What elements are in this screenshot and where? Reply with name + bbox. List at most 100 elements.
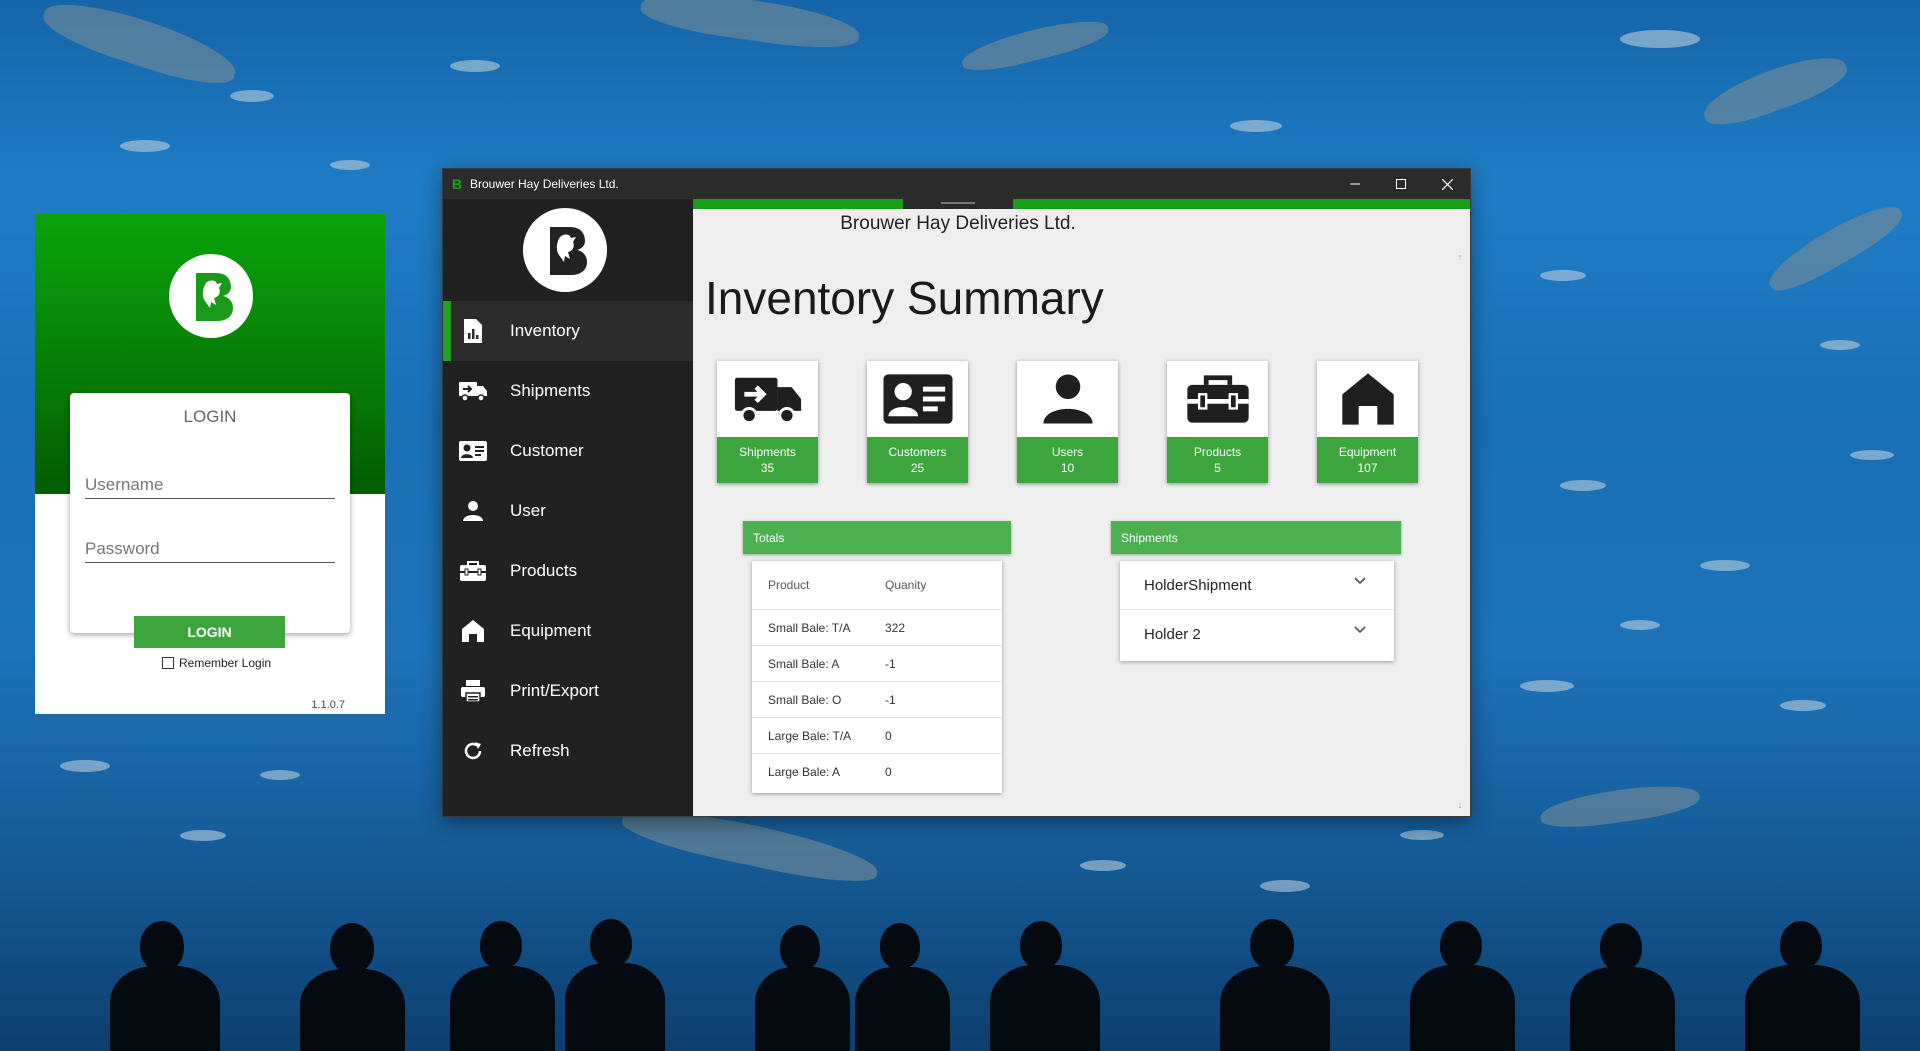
table-row: Small Bale: A -1	[752, 646, 1002, 682]
shipments-list: HolderShipment Holder 2	[1120, 561, 1394, 661]
totals-heading: Totals	[743, 521, 1011, 554]
sidebar-item-print-export[interactable]: Print/Export	[443, 661, 693, 721]
scroll-up-arrow-icon[interactable]: ↑	[1454, 251, 1466, 263]
tile-footer: Customers 25	[867, 437, 968, 483]
table-row: Large Bale: A 0	[752, 754, 1002, 790]
company-name: Brouwer Hay Deliveries Ltd.	[840, 213, 1076, 234]
sidebar-item-label: Equipment	[510, 621, 592, 640]
column-header: Quanity	[885, 578, 927, 592]
tile-count: 5	[1214, 461, 1221, 475]
login-card: LOGIN	[70, 393, 350, 633]
table-cell: 322	[885, 620, 906, 635]
table-cell: Small Bale: T/A	[768, 620, 851, 635]
tile-products[interactable]: Products 5	[1167, 361, 1268, 483]
toolbox-icon	[458, 556, 488, 586]
maximize-button[interactable]	[1378, 169, 1424, 199]
main-window: B Brouwer Hay Deliveries Ltd. Inventory …	[443, 169, 1470, 816]
printer-icon	[458, 676, 488, 706]
tile-footer: Shipments 35	[717, 437, 818, 483]
house-icon	[458, 616, 488, 646]
sidebar-item-label: Refresh	[510, 741, 570, 760]
table-cell: 0	[885, 765, 892, 779]
truck-arrow-icon	[717, 361, 818, 437]
tile-footer: Products 5	[1167, 437, 1268, 483]
table-row: Large Bale: T/A 0	[752, 718, 1002, 754]
chevron-down-icon[interactable]	[1354, 577, 1366, 585]
version-label: 1.1.0.7	[311, 699, 345, 711]
tile-customers[interactable]: Customers 25	[867, 361, 968, 483]
table-header-row: Product Quanity	[752, 561, 1002, 610]
table-cell: Large Bale: A	[768, 765, 841, 779]
sidebar-item-equipment[interactable]: Equipment	[443, 601, 693, 661]
tile-equipment[interactable]: Equipment 107	[1317, 361, 1418, 483]
close-button[interactable]	[1424, 169, 1470, 199]
table-cell: -1	[885, 656, 896, 671]
scroll-down-arrow-icon[interactable]: ↓	[1454, 799, 1466, 811]
main-content: Brouwer Hay Deliveries Ltd. ↑ ↓ Inventor…	[693, 199, 1470, 816]
list-item[interactable]: Holder 2	[1120, 610, 1394, 659]
person-icon	[1017, 361, 1118, 437]
login-button[interactable]: LOGIN	[134, 616, 285, 648]
table-cell: -1	[885, 692, 896, 707]
tile-footer: Users 10	[1017, 437, 1118, 483]
close-icon	[1441, 178, 1453, 190]
tile-users[interactable]: Users 10	[1017, 361, 1118, 483]
sidebar-item-label: Print/Export	[510, 681, 599, 700]
tile-label: Products	[1193, 445, 1242, 459]
tile-footer: Equipment 107	[1317, 437, 1418, 483]
table-cell: Small Bale: A	[768, 656, 840, 671]
login-title: LOGIN	[183, 407, 237, 426]
table-row: Small Bale: O -1	[752, 682, 1002, 718]
sidebar-item-label: Customer	[510, 441, 584, 460]
tile-label: Users	[1051, 445, 1084, 459]
column-header: Product	[768, 578, 810, 592]
sidebar-item-shipments[interactable]: Shipments	[443, 361, 693, 421]
username-field[interactable]	[85, 471, 335, 499]
truck-arrow-icon	[458, 376, 488, 406]
page-title: Inventory Summary	[705, 272, 1104, 324]
shipments-heading: Shipments	[1111, 521, 1401, 554]
sidebar: Inventory Shipments Customer User Produc…	[443, 199, 693, 816]
sidebar-item-inventory[interactable]: Inventory	[443, 301, 693, 361]
sidebar-item-label: Products	[510, 561, 578, 580]
password-field[interactable]	[85, 535, 335, 563]
table-row: Small Bale: T/A 322	[752, 610, 1002, 646]
checkbox-box[interactable]	[162, 657, 174, 669]
tile-label: Customers	[888, 445, 947, 459]
table-cell: Small Bale: O	[768, 692, 842, 707]
sidebar-item-label: Shipments	[510, 381, 591, 400]
chevron-down-icon[interactable]	[1354, 626, 1366, 634]
remember-login-checkbox[interactable]: Remember Login	[162, 656, 271, 670]
sidebar-item-refresh[interactable]: Refresh	[443, 721, 693, 781]
tile-shipments[interactable]: Shipments 35	[717, 361, 818, 483]
sidebar-item-label: User	[510, 501, 546, 520]
drag-handle[interactable]	[903, 199, 1013, 209]
sidebar-item-user[interactable]: User	[443, 481, 693, 541]
minimize-button[interactable]	[1332, 169, 1378, 199]
title-bar[interactable]: B Brouwer Hay Deliveries Ltd.	[443, 169, 1470, 199]
tile-label: Shipments	[739, 445, 796, 459]
list-item[interactable]: HolderShipment	[1120, 561, 1394, 610]
shipment-label: HolderShipment	[1144, 576, 1252, 594]
login-window: LOGIN LOGIN Remember Login 1.1.0.7	[35, 214, 385, 714]
maximize-icon	[1396, 179, 1406, 189]
tile-label: Equipment	[1338, 445, 1397, 459]
tile-count: 35	[760, 461, 775, 475]
tile-count: 107	[1357, 461, 1378, 475]
horse-b-logo-icon	[169, 254, 253, 338]
sidebar-item-label: Inventory	[510, 321, 580, 340]
tile-count: 10	[1060, 461, 1075, 475]
sidebar-item-products[interactable]: Products	[443, 541, 693, 601]
shipment-label: Holder 2	[1144, 626, 1201, 643]
refresh-icon	[458, 736, 488, 766]
sidebar-item-customer[interactable]: Customer	[443, 421, 693, 481]
remember-login-label: Remember Login	[179, 656, 272, 670]
tile-count: 25	[910, 461, 925, 475]
minimize-icon	[1350, 183, 1360, 185]
table-cell: 0	[885, 728, 892, 743]
totals-table: Product Quanity Small Bale: T/A 322 Smal…	[752, 561, 1002, 793]
chart-document-icon	[458, 316, 488, 346]
table-cell: Large Bale: T/A	[768, 728, 852, 743]
id-card-icon	[867, 361, 968, 437]
horse-b-logo-icon	[523, 208, 607, 292]
